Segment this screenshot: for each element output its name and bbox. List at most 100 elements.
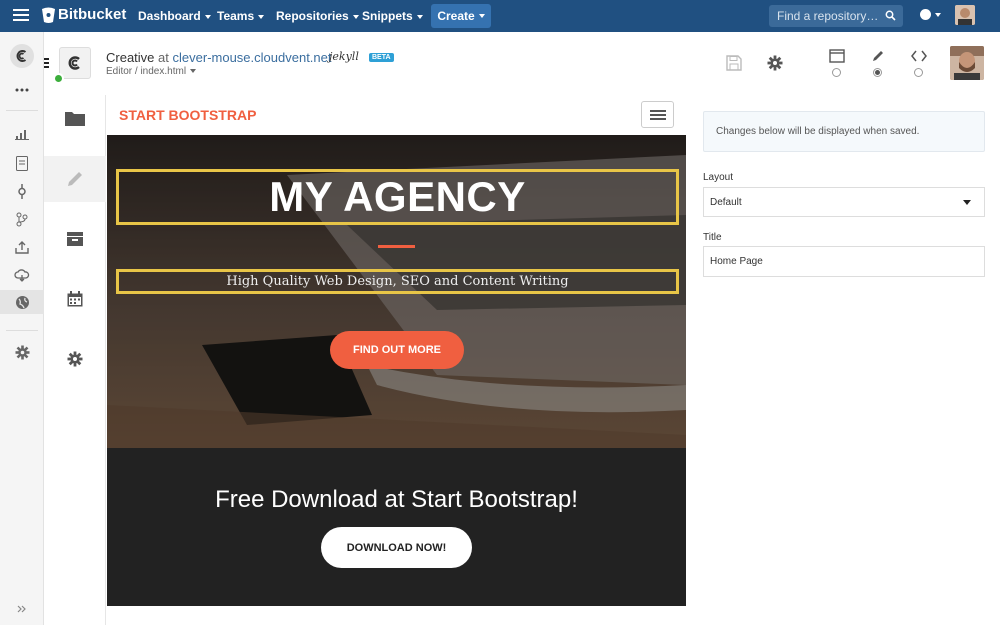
gear-icon [67,351,83,367]
collapse-sidebar-icon[interactable] [44,58,49,68]
calendar-icon [67,291,83,307]
sidebar-item-inbox[interactable] [44,216,106,262]
account-avatar[interactable] [955,5,975,25]
nav-snippets[interactable]: Snippets [362,9,423,23]
sidebar-item-files[interactable] [44,95,106,141]
chevron-down-icon [478,14,485,18]
commit-icon [18,183,26,199]
sidebar-item-settings[interactable] [44,336,106,382]
brand-name: Bitbucket [58,6,127,23]
jekyll-logo: jekyll [329,50,359,63]
save-button[interactable] [725,54,743,72]
sidebar-item-editor[interactable] [44,156,106,202]
settings-icon [15,345,29,359]
preview-download-section: Free Download at Start Bootstrap! DOWNLO… [107,448,686,606]
beta-badge: BETA [369,53,394,62]
rail-site[interactable] [0,290,44,314]
cloud-deploy-icon [14,268,30,282]
cloudcannon-home[interactable] [0,42,44,70]
cloudcannon-logo-icon [68,56,80,70]
breadcrumb[interactable]: Editor / index.html [106,66,197,77]
preview-nav-toggle[interactable] [641,101,674,128]
save-icon [726,55,742,71]
layout-select[interactable]: Default [703,187,985,217]
rail-divider [6,330,38,331]
chevron-down-icon [352,14,359,19]
settings-button[interactable] [766,54,784,72]
help-icon [920,9,931,20]
rail-stats[interactable] [0,122,44,146]
editor-sidebar [44,95,106,625]
avatar-image [955,5,975,25]
left-rail [0,32,44,625]
rail-deploy[interactable] [0,263,44,287]
chevron-down-icon [204,14,211,19]
desktop-view-icon [829,49,845,63]
file-icon [16,155,28,171]
preview-brand[interactable]: START BOOTSTRAP [119,107,256,123]
rail-commits[interactable] [0,179,44,203]
help-menu[interactable] [920,9,941,20]
nav-dashboard[interactable]: Dashboard [138,9,211,23]
cloudcannon-logo-icon [10,44,34,68]
expand-icon [17,605,26,613]
title-label: Title [703,232,722,243]
site-preview: START BOOTSTRAP MY AGENCY High Quality W… [107,95,686,606]
chevron-down-icon [258,14,265,19]
visual-view-button[interactable] [828,48,846,64]
globe-icon [15,295,29,309]
chevron-down-icon [963,200,971,205]
site-title: Creative at clever-mouse.cloudvent.net [106,50,332,65]
site-status-badge [53,73,64,84]
user-avatar[interactable] [950,46,984,80]
create-button[interactable]: Create [431,4,491,28]
view-radio-code[interactable] [914,68,923,77]
code-view-icon [911,50,927,62]
menu-icon[interactable] [13,9,29,23]
title-field[interactable] [703,246,985,277]
code-view-button[interactable] [910,48,928,64]
hero-title-highlight[interactable]: MY AGENCY [116,169,679,225]
hero-subtitle[interactable]: High Quality Web Design, SEO and Content… [226,274,568,289]
expand-rail-button[interactable] [0,597,44,621]
rail-branches[interactable] [0,207,44,231]
folder-icon [65,112,85,126]
site-logo[interactable] [59,47,91,79]
hero-title[interactable]: MY AGENCY [269,173,526,221]
chevron-down-icon [935,12,941,17]
chevron-down-icon [190,69,197,74]
rail-settings[interactable] [0,340,44,364]
avatar-image [950,46,984,80]
site-domain-link[interactable]: clever-mouse.cloudvent.net [173,50,332,65]
branch-icon [16,212,28,226]
rail-upload[interactable] [0,235,44,259]
hero-subtitle-highlight[interactable]: High Quality Web Design, SEO and Content… [116,269,679,294]
find-out-more-button[interactable]: FIND OUT MORE [330,331,464,369]
view-radio-visual[interactable] [832,68,841,77]
more-icon [15,88,29,92]
download-now-button[interactable]: DOWNLOAD NOW! [321,527,472,568]
layout-label: Layout [703,172,734,183]
more-button[interactable] [0,78,44,102]
info-notice: Changes below will be displayed when sav… [703,111,985,152]
gear-icon [767,55,783,71]
sidebar-item-collections[interactable] [44,276,106,322]
inbox-icon [67,232,83,246]
chevron-down-icon [416,14,423,19]
download-title: Free Download at Start Bootstrap! [215,486,578,513]
pencil-icon [68,172,82,186]
rail-divider [6,110,38,111]
repository-search-input[interactable]: Find a repository… [769,5,903,27]
rail-files[interactable] [0,151,44,175]
top-navigation: Bitbucket Dashboard Teams Repositories S… [0,0,1000,32]
bitbucket-logo[interactable]: Bitbucket [42,6,126,23]
search-icon [885,10,896,21]
stats-icon [15,130,29,140]
view-radio-edit[interactable] [873,68,882,77]
upload-icon [15,240,29,254]
nav-teams[interactable]: Teams [217,9,265,23]
edit-view-icon [873,51,883,61]
bucket-icon [42,7,55,23]
nav-repositories[interactable]: Repositories [276,9,359,23]
edit-view-button[interactable] [869,48,887,64]
